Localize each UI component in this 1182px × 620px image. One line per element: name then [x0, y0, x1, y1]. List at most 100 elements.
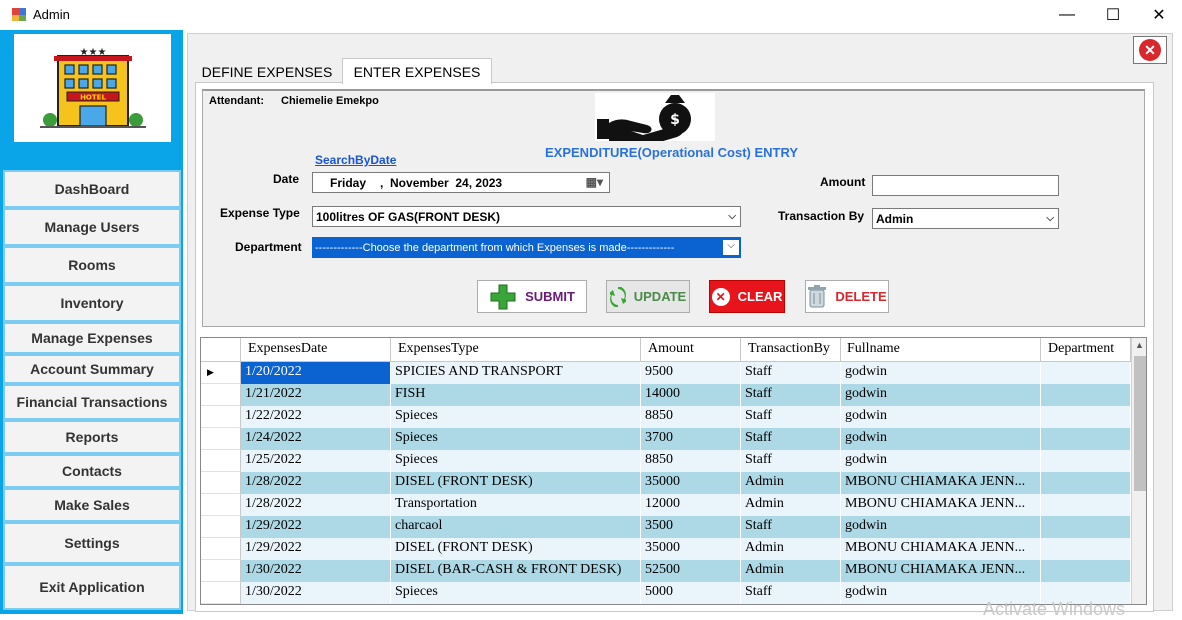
window-close-button[interactable]: ✕ — [1136, 0, 1182, 30]
minimize-button[interactable]: — — [1044, 0, 1090, 30]
row-header[interactable] — [201, 516, 241, 538]
sidebar-item-rooms[interactable]: Rooms — [3, 246, 181, 284]
transaction-by-select[interactable]: Admin ⌵ — [872, 208, 1059, 229]
cell-amount[interactable]: 35000 — [641, 472, 741, 494]
sidebar-item-manage-users[interactable]: Manage Users — [3, 208, 181, 246]
cell-amount[interactable]: 52500 — [641, 560, 741, 582]
calendar-icon[interactable]: ▦▾ — [586, 175, 603, 189]
row-header[interactable] — [201, 494, 241, 516]
update-button[interactable]: UPDATE — [606, 280, 690, 313]
cell-department[interactable] — [1041, 450, 1131, 472]
cell-fullname[interactable]: godwin — [841, 406, 1041, 428]
cell-department[interactable] — [1041, 428, 1131, 450]
cell-expenses-type[interactable]: Transportation — [391, 494, 641, 516]
sidebar-item-contacts[interactable]: Contacts — [3, 454, 181, 488]
table-row[interactable]: 1/24/2022 Spieces 3700 Staff godwin — [201, 428, 1131, 450]
cell-fullname[interactable]: MBONU CHIAMAKA JENN... — [841, 538, 1041, 560]
row-header[interactable] — [201, 582, 241, 604]
cell-department[interactable] — [1041, 472, 1131, 494]
cell-expenses-type[interactable]: charcaol — [391, 516, 641, 538]
cell-expenses-type[interactable]: Spieces — [391, 582, 641, 604]
cell-transaction-by[interactable]: Admin — [741, 560, 841, 582]
cell-transaction-by[interactable]: Admin — [741, 494, 841, 516]
sidebar-item-make-sales[interactable]: Make Sales — [3, 488, 181, 522]
column-header-expenses-date[interactable]: ExpensesDate — [241, 338, 391, 362]
cell-amount[interactable]: 35000 — [641, 538, 741, 560]
expense-type-select[interactable]: 100litres OF GAS(FRONT DESK) ⌵ — [312, 206, 741, 227]
column-header-transaction-by[interactable]: TransactionBy — [741, 338, 841, 362]
cell-expenses-date[interactable]: 1/28/2022 — [241, 494, 391, 516]
row-header[interactable]: ▶ — [201, 362, 241, 384]
cell-expenses-date[interactable]: 1/30/2022 — [241, 582, 391, 604]
cell-expenses-date[interactable]: 1/21/2022 — [241, 384, 391, 406]
cell-expenses-date[interactable]: 1/30/2022 — [241, 560, 391, 582]
cell-transaction-by[interactable]: Staff — [741, 428, 841, 450]
cell-amount[interactable]: 9500 — [641, 362, 741, 384]
column-header-fullname[interactable]: Fullname — [841, 338, 1041, 362]
cell-department[interactable] — [1041, 362, 1131, 384]
table-row[interactable]: 1/30/2022 DISEL (BAR-CASH & FRONT DESK) 52… — [201, 560, 1131, 582]
cell-expenses-date[interactable]: 1/25/2022 — [241, 450, 391, 472]
sidebar-item-exit-application[interactable]: Exit Application — [3, 564, 181, 610]
cell-fullname[interactable]: godwin — [841, 516, 1041, 538]
grid-vertical-scrollbar[interactable]: ▲ — [1131, 338, 1146, 604]
table-row[interactable]: 1/29/2022 DISEL (FRONT DESK) 35000 Admin MBO… — [201, 538, 1131, 560]
cell-expenses-type[interactable]: FISH — [391, 384, 641, 406]
sidebar-item-reports[interactable]: Reports — [3, 420, 181, 454]
row-header[interactable] — [201, 450, 241, 472]
table-row[interactable]: 1/21/2022 FISH 14000 Staff godwin — [201, 384, 1131, 406]
cell-fullname[interactable]: godwin — [841, 450, 1041, 472]
row-header[interactable] — [201, 428, 241, 450]
cell-expenses-date[interactable]: 1/22/2022 — [241, 406, 391, 428]
cell-transaction-by[interactable]: Staff — [741, 516, 841, 538]
cell-transaction-by[interactable]: Staff — [741, 406, 841, 428]
cell-department[interactable] — [1041, 494, 1131, 516]
cell-transaction-by[interactable]: Staff — [741, 450, 841, 472]
scroll-up-icon[interactable]: ▲ — [1135, 340, 1144, 350]
cell-fullname[interactable]: MBONU CHIAMAKA JENN... — [841, 560, 1041, 582]
cell-expenses-type[interactable]: DISEL (BAR-CASH & FRONT DESK) — [391, 560, 641, 582]
table-row[interactable]: 1/25/2022 Spieces 8850 Staff godwin — [201, 450, 1131, 472]
cell-amount[interactable]: 5000 — [641, 582, 741, 604]
cell-transaction-by[interactable]: Admin — [741, 472, 841, 494]
expenses-grid[interactable]: ExpensesDate ExpensesType Amount Transac… — [200, 337, 1147, 605]
cell-transaction-by[interactable]: Staff — [741, 582, 841, 604]
column-header-department[interactable]: Department — [1041, 338, 1131, 362]
table-row[interactable]: ▶ 1/20/2022 SPICIES AND TRANSPORT 9500 Staff… — [201, 362, 1131, 384]
cell-expenses-date[interactable]: 1/29/2022 — [241, 538, 391, 560]
cell-expenses-type[interactable]: DISEL (FRONT DESK) — [391, 538, 641, 560]
delete-button[interactable]: DELETE — [805, 280, 889, 313]
cell-department[interactable] — [1041, 538, 1131, 560]
cell-amount[interactable]: 8850 — [641, 406, 741, 428]
submit-button[interactable]: SUBMIT — [477, 280, 587, 313]
sidebar-item-inventory[interactable]: Inventory — [3, 284, 181, 322]
cell-transaction-by[interactable]: Staff — [741, 384, 841, 406]
cell-amount[interactable]: 8850 — [641, 450, 741, 472]
cell-expenses-date[interactable]: 1/24/2022 — [241, 428, 391, 450]
tab-enter-expenses[interactable]: ENTER EXPENSES — [342, 58, 492, 84]
cell-expenses-type[interactable]: Spieces — [391, 450, 641, 472]
column-header-expenses-type[interactable]: ExpensesType — [391, 338, 641, 362]
cell-amount[interactable]: 14000 — [641, 384, 741, 406]
row-header[interactable] — [201, 406, 241, 428]
cell-expenses-type[interactable]: DISEL (FRONT DESK) — [391, 472, 641, 494]
column-header-amount[interactable]: Amount — [641, 338, 741, 362]
amount-input[interactable] — [872, 175, 1059, 196]
table-row[interactable]: 1/28/2022 DISEL (FRONT DESK) 35000 Admin MBO… — [201, 472, 1131, 494]
form-close-button[interactable]: ✕ — [1133, 36, 1167, 64]
table-row[interactable]: 1/29/2022 charcaol 3500 Staff godwin — [201, 516, 1131, 538]
scrollbar-thumb[interactable] — [1134, 356, 1146, 491]
maximize-button[interactable]: ☐ — [1090, 0, 1136, 30]
search-by-date-link[interactable]: SearchByDate — [315, 153, 396, 167]
cell-amount[interactable]: 3700 — [641, 428, 741, 450]
row-header[interactable] — [201, 538, 241, 560]
cell-department[interactable] — [1041, 406, 1131, 428]
sidebar-item-account-summary[interactable]: Account Summary — [3, 354, 181, 384]
cell-fullname[interactable]: godwin — [841, 362, 1041, 384]
cell-fullname[interactable]: MBONU CHIAMAKA JENN... — [841, 472, 1041, 494]
cell-fullname[interactable]: MBONU CHIAMAKA JENN... — [841, 494, 1041, 516]
sidebar-item-manage-expenses[interactable]: Manage Expenses — [3, 322, 181, 354]
cell-department[interactable] — [1041, 384, 1131, 406]
cell-transaction-by[interactable]: Admin — [741, 538, 841, 560]
cell-transaction-by[interactable]: Staff — [741, 362, 841, 384]
